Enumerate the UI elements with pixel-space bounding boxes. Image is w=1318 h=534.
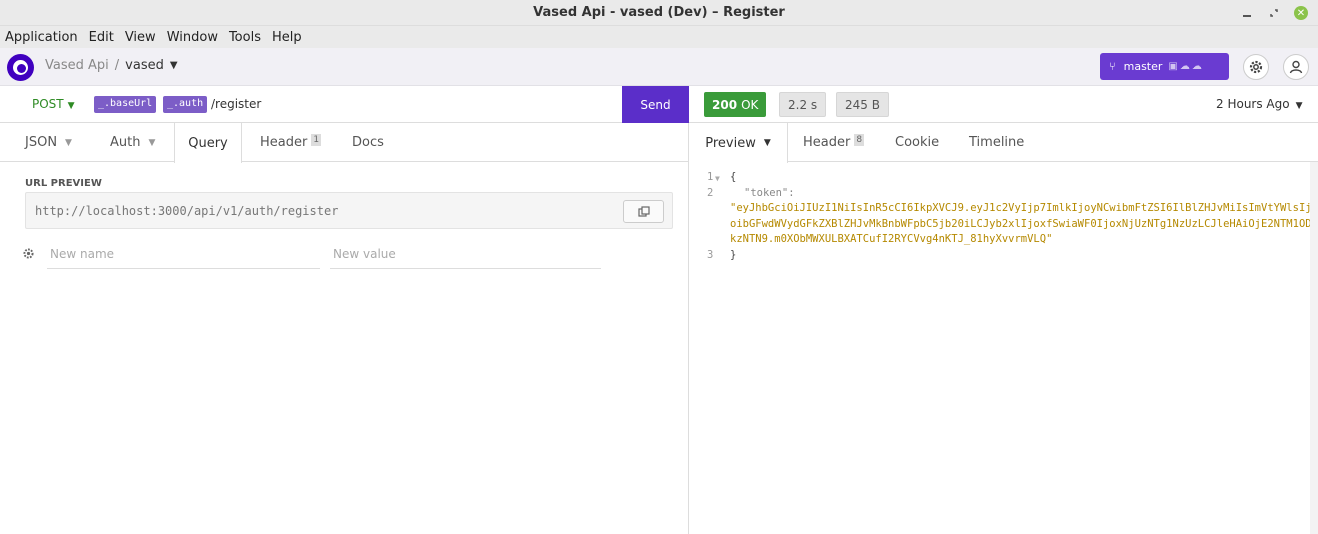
tab-cookie-label: Cookie [895, 135, 940, 150]
user-icon [1289, 60, 1303, 74]
settings-button[interactable] [1243, 54, 1269, 80]
json-open-brace: { [730, 171, 737, 183]
menu-view[interactable]: View [125, 30, 156, 45]
copy-button[interactable] [623, 200, 664, 223]
menu-window[interactable]: Window [167, 30, 218, 45]
chevron-down-icon: ▼ [67, 101, 75, 111]
sync-icons: ▣☁☁ [1168, 61, 1204, 72]
breadcrumb-separator: / [114, 58, 120, 73]
env-tag-auth[interactable]: _.auth [163, 96, 208, 113]
menu-edit[interactable]: Edit [89, 30, 114, 45]
menu-tools[interactable]: Tools [229, 30, 261, 45]
window-title: Vased Api - vased (Dev) – Register [533, 5, 785, 20]
branch-name: master [1123, 60, 1163, 73]
response-header-count-badge: 8 [854, 133, 865, 146]
minimize-icon[interactable] [1236, 0, 1258, 26]
line-number: 3 [707, 248, 714, 261]
fold-arrow-icon[interactable]: ▼ [715, 171, 720, 187]
tab-header[interactable]: Header 1 [260, 123, 322, 162]
menu-help[interactable]: Help [272, 30, 302, 45]
chevron-down-icon: ▼ [763, 138, 771, 148]
tab-response-header-label: Header [803, 135, 851, 150]
param-name-input[interactable]: New name [47, 244, 320, 269]
git-branch-icon: ⑂ [1109, 60, 1116, 73]
menu-bar: Application Edit View Window Tools Help [0, 26, 1318, 48]
response-size-badge: 245 B [836, 92, 889, 117]
method-dropdown[interactable]: POST ▼ [32, 97, 75, 111]
request-pane: POST ▼ _.baseUrl _.auth /register Send JS… [0, 86, 689, 534]
url-preview-label: URL PREVIEW [25, 178, 102, 189]
tab-docs-label: Docs [352, 135, 384, 150]
env-tag-baseurl[interactable]: _.baseUrl [94, 96, 157, 113]
tab-auth-label: Auth [110, 135, 141, 150]
tab-preview[interactable]: Preview ▼ [689, 123, 788, 163]
gear-icon [1249, 60, 1263, 74]
chevron-down-icon[interactable]: ▼ [170, 60, 178, 71]
response-tabs: Preview ▼ Header 8 Cookie Timeline [689, 123, 1318, 163]
branch-button[interactable]: ⑂ master ▣☁☁ [1100, 53, 1229, 80]
json-close-brace: } [730, 248, 737, 261]
tab-response-header[interactable]: Header 8 [803, 123, 865, 162]
line-number: 2 [707, 186, 714, 199]
chevron-down-icon: ▼ [1295, 101, 1303, 111]
tab-preview-label: Preview [705, 135, 756, 151]
status-code: 200 [712, 97, 738, 112]
send-button[interactable]: Send [622, 86, 689, 123]
chevron-down-icon: ▼ [148, 137, 156, 148]
param-value-input[interactable]: New value [330, 244, 601, 269]
url-preview-box: http://localhost:3000/api/v1/auth/regist… [25, 192, 673, 229]
param-settings-gear-icon[interactable] [22, 247, 35, 264]
url-path[interactable]: /register [211, 97, 261, 111]
header-count-badge: 1 [311, 133, 322, 146]
account-button[interactable] [1283, 54, 1309, 80]
tab-json[interactable]: JSON ▼ [25, 123, 72, 162]
response-pane: 200 OK 2.2 s 245 B 2 Hours Ago ▼ Preview ▼ … [689, 86, 1318, 534]
insomnia-logo-icon[interactable] [7, 54, 34, 81]
tab-timeline-label: Timeline [969, 135, 1025, 150]
tab-auth[interactable]: Auth ▼ [110, 123, 155, 162]
tab-header-label: Header [260, 135, 308, 150]
method-label: POST [32, 97, 64, 111]
status-text: OK [741, 97, 759, 112]
line-number: 1 [707, 171, 714, 183]
breadcrumb: Vased Api / vased ▼ [45, 58, 178, 73]
json-key: "token": [744, 186, 795, 199]
maximize-icon[interactable] [1263, 0, 1285, 26]
response-scrollbar[interactable] [1310, 162, 1318, 534]
history-label: 2 Hours Ago [1216, 97, 1290, 111]
copy-icon [637, 205, 650, 217]
tab-query-label: Query [188, 135, 228, 151]
response-history-dropdown[interactable]: 2 Hours Ago ▼ [1216, 97, 1303, 111]
tab-docs[interactable]: Docs [352, 123, 384, 162]
breadcrumb-collection[interactable]: vased [125, 58, 164, 73]
status-badge: 200 OK [704, 92, 767, 117]
app-header: Vased Api / vased ▼ ⑂ master ▣☁☁ [0, 48, 1318, 86]
close-icon[interactable]: ✕ [1290, 0, 1312, 26]
tab-cookie[interactable]: Cookie [895, 123, 939, 162]
window-titlebar: Vased Api - vased (Dev) – Register [0, 0, 1318, 26]
response-status-bar: 200 OK 2.2 s 245 B 2 Hours Ago ▼ [689, 86, 1318, 123]
tab-timeline[interactable]: Timeline [969, 123, 1024, 162]
breadcrumb-workspace[interactable]: Vased Api [45, 58, 109, 73]
tab-query[interactable]: Query [174, 123, 242, 163]
request-tabs: JSON ▼ Auth ▼ Query Header 1 Docs [0, 123, 689, 163]
chevron-down-icon: ▼ [65, 137, 72, 148]
response-time-badge: 2.2 s [779, 92, 827, 117]
json-token-value: "eyJhbGciOiJIUzI1NiIsInR5cCI6IkpXVCJ9.ey… [730, 202, 1312, 245]
tab-json-label: JSON [25, 135, 58, 150]
url-bar: POST ▼ _.baseUrl _.auth /register Send [0, 86, 689, 123]
url-preview-text: http://localhost:3000/api/v1/auth/regist… [35, 204, 339, 218]
menu-application[interactable]: Application [5, 30, 78, 45]
